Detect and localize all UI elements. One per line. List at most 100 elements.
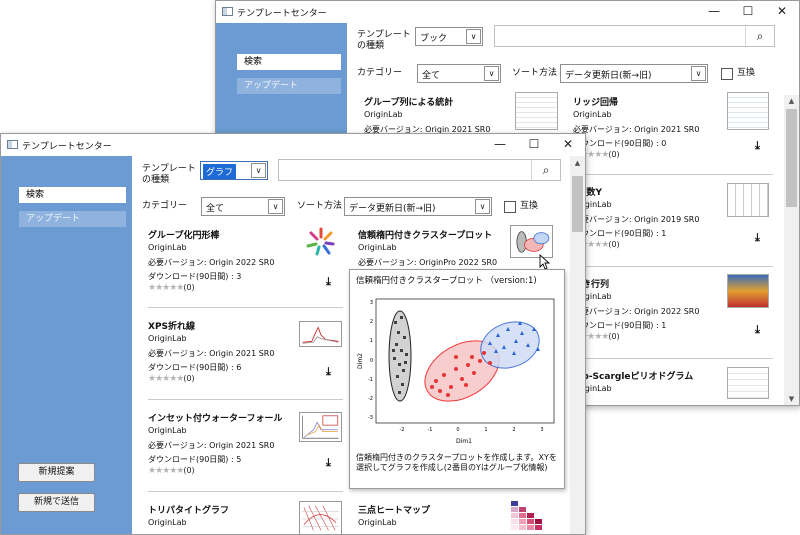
card-author: OriginLab (148, 334, 187, 343)
sort-select[interactable]: データ更新日(新→旧) ∨ (344, 197, 492, 216)
front-titlebar: テンプレートセンター — ☐ ✕ (1, 134, 585, 156)
card-thumbnail (511, 501, 542, 530)
tooltip-description: 信頼楕円付きのクラスタープロットを作成します。XYを選択してグラフを作成し(2番… (356, 453, 557, 472)
rating-count: (0) (608, 332, 620, 341)
sidebar-item-update[interactable]: アップデート (237, 78, 341, 94)
scroll-up-icon[interactable]: ▲ (570, 159, 585, 167)
category-value: 全て (206, 204, 225, 214)
search-input[interactable] (279, 160, 560, 180)
rating-count: (0) (183, 283, 195, 292)
template-preview-tooltip: 信頼楕円付きクラスタープロット （version:1) 3 2 1 0 -1 -… (349, 269, 565, 489)
template-card[interactable]: 付き行列 OriginLab 必要バージョン: Origin 2022 SR0 … (573, 277, 733, 347)
download-icon[interactable]: ⤓ (326, 275, 331, 289)
category-label: カテゴリー (142, 201, 188, 211)
card-title: 信頼楕円付きクラスタープロット (358, 231, 493, 241)
close-button[interactable]: ✕ (551, 135, 585, 155)
search-icon[interactable]: ⌕ (745, 26, 774, 46)
card-separator (573, 266, 773, 267)
scrollbar[interactable]: ▲ ▼ (784, 95, 799, 405)
scrollbar-thumb[interactable] (786, 109, 797, 207)
card-title: リッジ回帰 (573, 98, 619, 108)
card-title: インセット付ウォーターフォール (148, 414, 283, 424)
chevron-down-icon: ∨ (251, 163, 266, 178)
search-icon[interactable]: ⌕ (531, 160, 560, 180)
template-card[interactable]: トリパタイトグラフ OriginLab (148, 503, 298, 533)
minimize-button[interactable]: — (483, 135, 517, 155)
y-tick-label: 1 (370, 338, 373, 344)
download-icon[interactable]: ⤓ (755, 323, 760, 337)
download-icon[interactable]: ⤓ (755, 231, 760, 245)
card-thumbnail (306, 227, 335, 256)
back-titlebar: テンプレートセンター — ☐ ✕ (216, 1, 799, 23)
template-type-select[interactable]: グラフ ∨ (200, 161, 268, 180)
category-select[interactable]: 全て ∨ (417, 64, 501, 83)
card-title: グループ化円形棒 (148, 231, 220, 241)
download-icon[interactable]: ⤓ (755, 139, 760, 153)
card-downloads: ダウンロード(90日間) : 6 (148, 363, 242, 372)
template-card[interactable]: リッジ回帰 OriginLab 必要バージョン: Origin 2021 SR0… (573, 95, 733, 165)
minimize-button[interactable]: — (697, 2, 731, 22)
card-title: トリパタイトグラフ (148, 506, 230, 516)
search-input[interactable] (495, 26, 774, 46)
chevron-down-icon: ∨ (691, 66, 706, 81)
compat-checkbox[interactable] (504, 201, 516, 213)
x-tick-label: 2 (512, 427, 515, 433)
sidebar-item-search[interactable]: 検索 (19, 187, 126, 203)
chevron-down-icon: ∨ (466, 29, 481, 44)
card-separator (573, 174, 773, 175)
front-window: テンプレートセンター — ☐ ✕ 検索 アップデート 新規提案 新規で送信 テン… (0, 133, 586, 535)
scroll-down-icon[interactable]: ▼ (784, 395, 799, 403)
card-thumbnail (727, 183, 769, 217)
sidebar-item-search[interactable]: 検索 (237, 54, 341, 70)
card-thumbnail (515, 92, 558, 130)
scrollbar[interactable]: ▲ (570, 156, 585, 534)
download-icon[interactable]: ⤓ (326, 456, 331, 470)
compat-checkbox[interactable] (721, 68, 733, 80)
sidebar-item-update[interactable]: アップデート (19, 211, 126, 227)
app-icon (7, 140, 18, 149)
template-type-value: グラフ (203, 164, 237, 179)
template-card[interactable]: グループ化円形棒 OriginLab 必要バージョン: Origin 2022 … (148, 228, 308, 298)
category-select[interactable]: 全て ∨ (201, 197, 285, 216)
card-downloads: ダウンロード(90日間) : 3 (148, 272, 242, 281)
card-title: グループ列による統計 (364, 98, 454, 108)
x-tick-label: 1 (484, 427, 487, 433)
search-box[interactable]: ⌕ (494, 25, 775, 47)
card-author: OriginLab (573, 110, 612, 119)
new-submit-button[interactable]: 新規で送信 (18, 493, 95, 512)
card-version: 必要バージョン: OriginPro 2022 SR0 (358, 258, 498, 267)
new-proposal-button[interactable]: 新規提案 (18, 463, 95, 482)
template-card[interactable]: インセット付ウォーターフォール OriginLab 必要バージョン: Origi… (148, 411, 308, 481)
close-button[interactable]: ✕ (765, 2, 799, 22)
y-tick-label: 0 (370, 358, 373, 364)
download-icon[interactable]: ⤓ (326, 365, 331, 379)
sort-select[interactable]: データ更新日(新→旧) ∨ (560, 64, 708, 83)
window-title: テンプレートセンター (237, 9, 327, 19)
chevron-down-icon: ∨ (475, 199, 490, 214)
template-card[interactable]: 三点ヒートマップ OriginLab (358, 503, 508, 533)
sort-label: ソート方法 (297, 201, 343, 211)
template-card[interactable]: r複数Y OriginLab 必要バージョン: Origin 2019 SR0 … (573, 185, 733, 255)
card-downloads: ダウンロード(90日間) : 0 (573, 139, 667, 148)
card-author: OriginLab (358, 518, 397, 527)
x-tick-label: -2 (400, 427, 405, 433)
card-version: 必要バージョン: Origin 2022 SR0 (148, 258, 275, 267)
template-type-select[interactable]: ブック ∨ (415, 27, 483, 46)
card-title: mb-Scargleピリオドグラム (573, 372, 694, 382)
tooltip-title: 信頼楕円付きクラスタープロット （version:1) (356, 276, 537, 286)
card-thumbnail (727, 92, 769, 130)
card-author: OriginLab (364, 110, 403, 119)
rating-count: (0) (183, 466, 195, 475)
template-card[interactable]: 信頼楕円付きクラスタープロット OriginLab 必要バージョン: Origi… (358, 228, 508, 268)
template-card[interactable]: XPS折れ線 OriginLab 必要バージョン: Origin 2021 SR… (148, 319, 308, 389)
card-downloads: ダウンロード(90日間) : 5 (148, 455, 242, 464)
search-box[interactable]: ⌕ (278, 159, 561, 181)
template-card[interactable]: mb-Scargleピリオドグラム OriginLab (573, 369, 733, 399)
card-version: 必要バージョン: Origin 2021 SR0 (573, 125, 700, 134)
y-tick-label: 2 (370, 319, 373, 325)
maximize-button[interactable]: ☐ (517, 135, 551, 155)
scrollbar-thumb[interactable] (572, 176, 583, 232)
scroll-up-icon[interactable]: ▲ (784, 97, 799, 105)
card-version: 必要バージョン: Origin 2021 SR0 (148, 441, 275, 450)
maximize-button[interactable]: ☐ (731, 2, 765, 22)
